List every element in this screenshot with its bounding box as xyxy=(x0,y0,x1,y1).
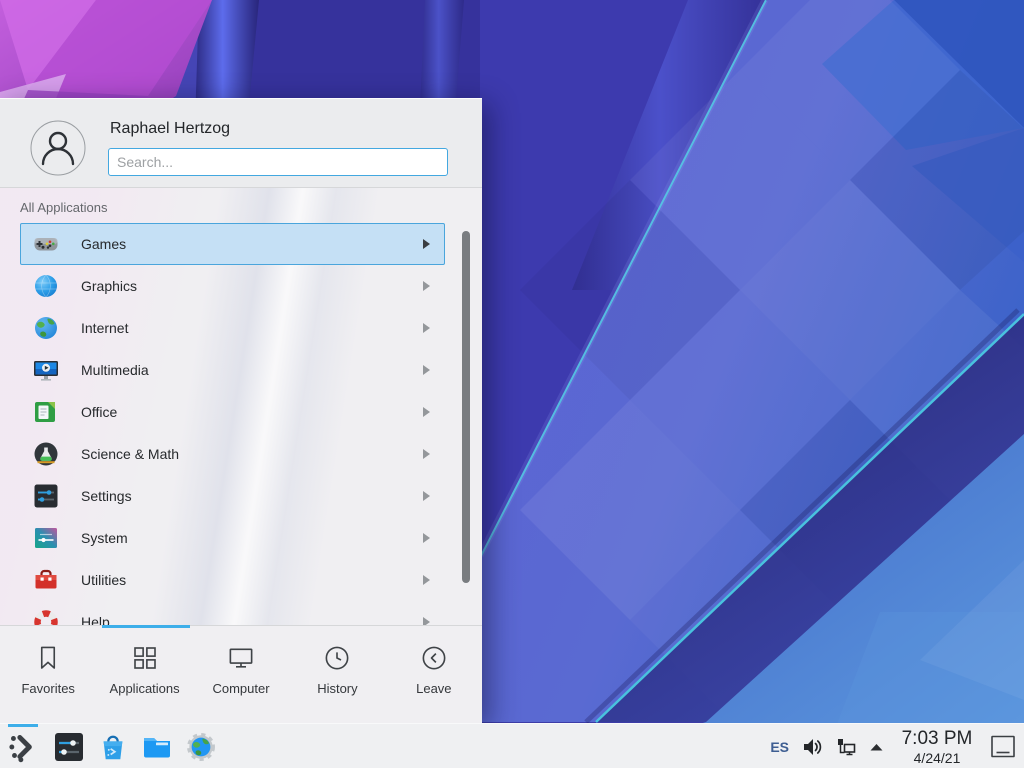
utilities-icon xyxy=(33,567,59,593)
chevron-right-icon xyxy=(423,281,430,291)
tab-label: Applications xyxy=(110,681,180,696)
kde-launcher-icon[interactable] xyxy=(6,730,40,764)
tab-leave[interactable]: Leave xyxy=(386,626,482,725)
games-icon xyxy=(33,231,59,257)
tab-label: Leave xyxy=(416,681,451,696)
menu-item-system[interactable]: System xyxy=(20,517,445,559)
digital-clock[interactable]: 7:03 PM 4/24/21 xyxy=(896,729,978,765)
menu-item-label: Internet xyxy=(81,320,423,336)
menu-item-office[interactable]: Office xyxy=(20,391,445,433)
taskbar: ES 7:03 PM 4/24/21 xyxy=(0,723,1024,768)
desktop: Raphael Hertzog All Applications Games xyxy=(0,0,1024,768)
menu-item-label: Settings xyxy=(81,488,423,504)
chevron-right-icon xyxy=(423,323,430,333)
graphics-icon xyxy=(33,273,59,299)
system-tray: ES 7:03 PM 4/24/21 xyxy=(770,724,1016,768)
leave-back-icon xyxy=(419,643,449,673)
menu-item-internet[interactable]: Internet xyxy=(20,307,445,349)
launcher-header: Raphael Hertzog xyxy=(0,99,482,188)
tab-label: Computer xyxy=(212,681,269,696)
menu-item-label: Graphics xyxy=(81,278,423,294)
chevron-right-icon xyxy=(423,491,430,501)
tab-label: Favorites xyxy=(21,681,74,696)
search-input[interactable] xyxy=(108,148,448,176)
menu-item-label: Office xyxy=(81,404,423,420)
folder-icon[interactable] xyxy=(141,731,173,763)
section-label: All Applications xyxy=(20,200,107,215)
office-icon xyxy=(33,399,59,425)
menu-item-label: Help xyxy=(81,614,423,625)
menu-item-settings[interactable]: Settings xyxy=(20,475,445,517)
network-wired-icon[interactable] xyxy=(835,736,857,758)
chevron-right-icon xyxy=(423,449,430,459)
scrollbar-thumb[interactable] xyxy=(462,231,470,583)
user-avatar[interactable] xyxy=(30,120,86,176)
system-settings-icon[interactable] xyxy=(53,731,85,763)
science-math-icon xyxy=(33,441,59,467)
menu-item-multimedia[interactable]: Multimedia xyxy=(20,349,445,391)
clock-time: 7:03 PM xyxy=(896,729,978,748)
discover-bag-icon[interactable] xyxy=(98,732,128,762)
menu-item-label: Multimedia xyxy=(81,362,423,378)
active-tab-indicator xyxy=(102,625,190,628)
user-name: Raphael Hertzog xyxy=(110,120,230,138)
system-icon xyxy=(33,525,59,551)
help-icon xyxy=(33,609,59,625)
tab-applications[interactable]: Applications xyxy=(96,626,192,725)
chevron-right-icon xyxy=(423,407,430,417)
menu-item-label: Science & Math xyxy=(81,446,423,462)
menu-item-games[interactable]: Games xyxy=(20,223,445,265)
menu-item-help[interactable]: Help xyxy=(20,601,445,625)
taskbar-app-icons xyxy=(6,724,216,768)
keyboard-layout-indicator[interactable]: ES xyxy=(770,739,789,755)
computer-monitor-icon xyxy=(226,643,256,673)
internet-icon xyxy=(33,315,59,341)
tab-history[interactable]: History xyxy=(289,626,385,725)
chevron-right-icon xyxy=(423,533,430,543)
menu-item-science-math[interactable]: Science & Math xyxy=(20,433,445,475)
menu-item-graphics[interactable]: Graphics xyxy=(20,265,445,307)
chevron-right-icon xyxy=(423,239,430,249)
settings-icon xyxy=(33,483,59,509)
search-box xyxy=(108,148,448,176)
tab-favorites[interactable]: Favorites xyxy=(0,626,96,725)
menu-item-utilities[interactable]: Utilities xyxy=(20,559,445,601)
history-clock-icon xyxy=(322,643,352,673)
tab-label: History xyxy=(317,681,357,696)
expand-tray-arrow-icon[interactable] xyxy=(869,742,884,752)
favorites-bookmark-icon xyxy=(33,643,63,673)
menu-item-label: System xyxy=(81,530,423,546)
launcher-tabbar: Favorites Applications Computer xyxy=(0,625,482,725)
clock-date: 4/24/21 xyxy=(896,751,978,765)
chevron-right-icon xyxy=(423,365,430,375)
multimedia-icon xyxy=(33,357,59,383)
chevron-right-icon xyxy=(423,617,430,625)
menu-item-label: Utilities xyxy=(81,572,423,588)
applications-grid-icon xyxy=(130,643,160,673)
applications-list: Games Graphics xyxy=(20,223,445,625)
tab-computer[interactable]: Computer xyxy=(193,626,289,725)
globe-gear-icon[interactable] xyxy=(186,732,216,762)
show-desktop-icon[interactable] xyxy=(990,734,1016,759)
menu-item-label: Games xyxy=(81,236,423,252)
chevron-right-icon xyxy=(423,575,430,585)
scrollbar-track[interactable] xyxy=(462,225,470,625)
volume-icon[interactable] xyxy=(801,736,823,758)
application-launcher-menu: Raphael Hertzog All Applications Games xyxy=(0,98,482,724)
